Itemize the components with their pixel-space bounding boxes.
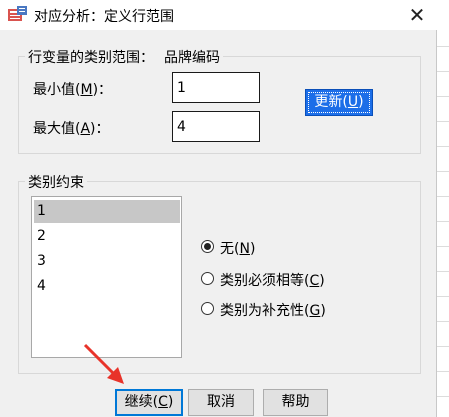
list-item[interactable]: 4	[34, 275, 180, 298]
list-item[interactable]: 3	[34, 250, 180, 273]
define-row-range-dialog: 对应分析：定义行范围 ✕ 行变量的类别范围： 品牌编码 最小值(M)： 1 最大值…	[0, 0, 437, 417]
update-button[interactable]: 更新(U)	[305, 89, 373, 116]
category-constraints-legend: 类别约束	[25, 172, 87, 192]
red-arrow-annotation	[83, 343, 124, 384]
list-item[interactable]: 1	[34, 200, 180, 223]
row-range-legend: 行变量的类别范围： 品牌编码	[25, 47, 223, 67]
title-bar: 对应分析：定义行范围 ✕	[0, 0, 437, 30]
radio-supplementary-label[interactable]: 类别为补充性(G)	[220, 300, 326, 320]
window-title: 对应分析：定义行范围	[34, 9, 174, 25]
cancel-button[interactable]: 取消	[188, 389, 254, 416]
close-icon: ✕	[408, 3, 426, 27]
background-spreadsheet-edge	[437, 0, 449, 417]
min-label: 最小值(M)：	[33, 82, 113, 98]
radio-none-button[interactable]	[201, 240, 214, 253]
radio-none-label[interactable]: 无(N)	[220, 238, 255, 258]
continue-button[interactable]: 继续(C)	[115, 389, 183, 416]
list-item[interactable]: 2	[34, 225, 180, 248]
radio-equal-button[interactable]	[201, 272, 214, 285]
max-label: 最大值(A)：	[33, 121, 110, 137]
radio-supplementary-button[interactable]	[201, 302, 214, 315]
category-list[interactable]: 1 2 3 4	[31, 196, 182, 358]
close-button[interactable]: ✕	[400, 2, 434, 28]
app-icon	[8, 6, 27, 21]
help-button[interactable]: 帮助	[263, 389, 328, 416]
variable-name: 品牌编码	[164, 50, 220, 66]
max-value-input[interactable]: 4	[172, 111, 260, 142]
radio-equal-label[interactable]: 类别必须相等(C)	[220, 270, 325, 290]
min-value-input[interactable]: 1	[172, 72, 260, 103]
